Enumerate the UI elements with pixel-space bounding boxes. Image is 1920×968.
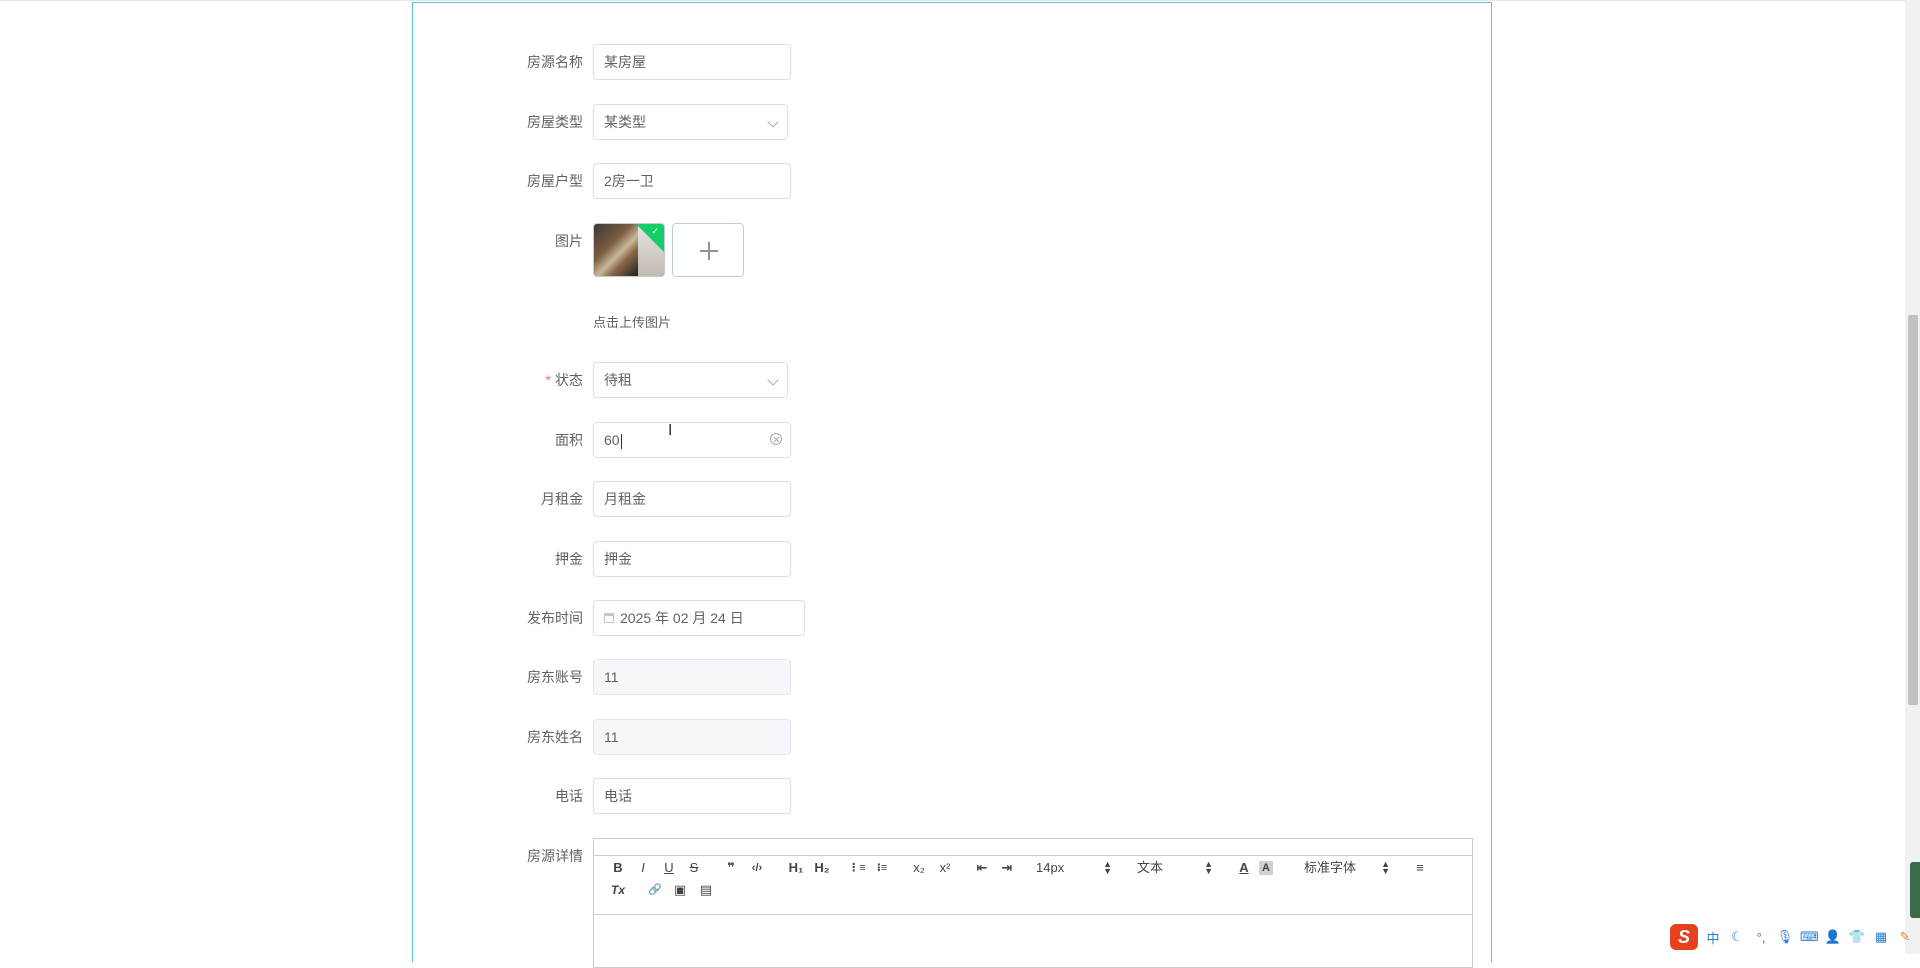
rich-text-editor: B I U S ❞ ‹/› H₁ H₂ ⋮≡ ⁝≡ x₂ x² ⇤ ⇥ 14px… bbox=[593, 838, 1473, 968]
area-input[interactable]: 60 bbox=[593, 422, 791, 458]
clear-format-button[interactable]: Tx bbox=[608, 881, 628, 899]
updown-icon: ▲ ▼ bbox=[1204, 859, 1213, 876]
area-value: 60 bbox=[604, 432, 620, 448]
mouse-ibeam-cursor: I bbox=[668, 421, 673, 439]
landlord-name-input: 11 bbox=[593, 719, 791, 755]
house-type-select[interactable]: 某类型 bbox=[593, 104, 788, 140]
form-item-status: * 状态 待租 bbox=[0, 362, 1920, 398]
font-family-picker[interactable]: 标准字体 ▲ ▼ bbox=[1304, 859, 1390, 877]
ordered-list-button[interactable]: ⋮≡ bbox=[847, 859, 867, 877]
form-item-publish-time: 发布时间 2025 年 02 月 24 日 bbox=[0, 600, 1920, 636]
updown-icon: ▲ ▼ bbox=[1103, 859, 1112, 876]
phone-input[interactable]: 电话 bbox=[593, 778, 791, 814]
deposit-label: 押金 bbox=[555, 551, 583, 567]
form-item-deposit: 押金 押金 bbox=[0, 541, 1920, 577]
strike-button[interactable]: S bbox=[684, 859, 704, 877]
italic-button[interactable]: I bbox=[633, 859, 653, 877]
publish-time-label: 发布时间 bbox=[527, 610, 583, 626]
check-icon: ✓ bbox=[651, 226, 659, 236]
landlord-name-label: 房东姓名 bbox=[527, 729, 583, 745]
moon-icon[interactable]: ☾ bbox=[1728, 929, 1746, 945]
blockquote-button[interactable]: ❞ bbox=[721, 859, 741, 877]
page-scrollbar[interactable] bbox=[1905, 0, 1920, 954]
superscript-button[interactable]: x² bbox=[935, 859, 955, 877]
publish-time-value: 2025 年 02 月 24 日 bbox=[620, 610, 744, 626]
upload-image-button[interactable] bbox=[672, 223, 744, 277]
bullet-list-button[interactable]: ⁝≡ bbox=[872, 859, 892, 877]
area-label: 面积 bbox=[555, 432, 583, 448]
ime-toolbar: S 中 ☾ °, 🎙 ⌨ 👤 👕 ▦ ✎ bbox=[1670, 922, 1914, 952]
keyboard-icon[interactable]: ⌨ bbox=[1800, 929, 1819, 945]
bold-button[interactable]: B bbox=[608, 859, 628, 877]
publish-time-picker[interactable]: 2025 年 02 月 24 日 bbox=[593, 600, 805, 636]
underline-button[interactable]: U bbox=[659, 859, 679, 877]
user-icon[interactable]: 👤 bbox=[1824, 929, 1842, 945]
status-select[interactable]: 待租 bbox=[593, 362, 788, 398]
microphone-icon[interactable]: 🎙 bbox=[1776, 929, 1794, 945]
link-button[interactable]: 🔗 bbox=[645, 881, 665, 899]
side-panel-handle[interactable] bbox=[1910, 862, 1920, 918]
insert-video-button[interactable]: ▤ bbox=[696, 881, 716, 899]
plus-icon bbox=[700, 242, 718, 260]
form-item-landlord-name: 房东姓名 11 bbox=[0, 719, 1920, 755]
uploaded-image-thumbnail[interactable]: ✓ bbox=[593, 223, 665, 277]
editor-toolbar: B I U S ❞ ‹/› H₁ H₂ ⋮≡ ⁝≡ x₂ x² ⇤ ⇥ 14px… bbox=[608, 859, 1464, 905]
name-label: 房源名称 bbox=[527, 54, 583, 70]
form-item-rent: 月租金 月租金 bbox=[0, 481, 1920, 517]
form-item-landlord-account: 房东账号 11 bbox=[0, 659, 1920, 695]
details-label: 房源详情 bbox=[527, 848, 583, 864]
form-item-name: 房源名称 某房屋 bbox=[0, 44, 1920, 80]
upload-tip: 点击上传图片 bbox=[593, 315, 672, 330]
subscript-button[interactable]: x₂ bbox=[909, 859, 929, 877]
chevron-down-icon bbox=[767, 374, 779, 386]
form-item-image: 图片 bbox=[0, 223, 1920, 259]
skin-icon[interactable]: 👕 bbox=[1848, 929, 1866, 945]
phone-label: 电话 bbox=[555, 788, 583, 804]
code-button[interactable]: ‹/› bbox=[747, 859, 767, 877]
landlord-account-input: 11 bbox=[593, 659, 791, 695]
sogou-logo-icon[interactable]: S bbox=[1670, 924, 1698, 950]
updown-icon: ▲ ▼ bbox=[1381, 859, 1390, 876]
form-item-layout: 房屋户型 2房一卫 bbox=[0, 163, 1920, 199]
scrollbar-thumb[interactable] bbox=[1908, 315, 1918, 705]
text-caret bbox=[620, 433, 622, 449]
rent-input[interactable]: 月租金 bbox=[593, 481, 791, 517]
status-label: * 状态 bbox=[545, 372, 583, 388]
background-color-button[interactable]: A bbox=[1259, 861, 1273, 875]
punctuation-icon[interactable]: °, bbox=[1752, 930, 1770, 945]
rent-label: 月租金 bbox=[541, 491, 583, 507]
calendar-icon bbox=[604, 613, 614, 623]
toolbox-icon[interactable]: ✎ bbox=[1896, 929, 1914, 945]
align-button[interactable]: ≡ bbox=[1410, 859, 1430, 877]
clear-icon[interactable] bbox=[770, 433, 782, 445]
text-format-picker[interactable]: 文本 ▲ ▼ bbox=[1137, 859, 1213, 877]
font-color-button[interactable]: A bbox=[1234, 859, 1254, 877]
landlord-account-label: 房东账号 bbox=[527, 669, 583, 685]
top-divider bbox=[0, 0, 1905, 1]
form-item-house-type: 房屋类型 某类型 bbox=[0, 104, 1920, 140]
house-type-label: 房屋类型 bbox=[527, 114, 583, 130]
name-input[interactable]: 某房屋 bbox=[593, 44, 791, 80]
layout-input[interactable]: 2房一卫 bbox=[593, 163, 791, 199]
house-type-value: 某类型 bbox=[604, 114, 646, 130]
form-item-area: 面积 60 bbox=[0, 422, 1920, 458]
grid-icon[interactable]: ▦ bbox=[1872, 929, 1890, 945]
indent-button[interactable]: ⇥ bbox=[997, 859, 1017, 877]
chevron-down-icon bbox=[767, 116, 779, 128]
font-size-picker[interactable]: 14px ▲ ▼ bbox=[1036, 859, 1112, 877]
header-2-button[interactable]: H₂ bbox=[810, 859, 834, 877]
status-value: 待租 bbox=[604, 372, 632, 388]
required-mark: * bbox=[545, 372, 551, 388]
deposit-input[interactable]: 押金 bbox=[593, 541, 791, 577]
form-item-phone: 电话 电话 bbox=[0, 778, 1920, 814]
image-label: 图片 bbox=[555, 233, 583, 249]
ime-language-toggle[interactable]: 中 bbox=[1704, 928, 1722, 947]
layout-label: 房屋户型 bbox=[527, 173, 583, 189]
outdent-button[interactable]: ⇤ bbox=[972, 859, 992, 877]
header-1-button[interactable]: H₁ bbox=[784, 859, 808, 877]
insert-image-button[interactable]: ▣ bbox=[670, 881, 690, 899]
